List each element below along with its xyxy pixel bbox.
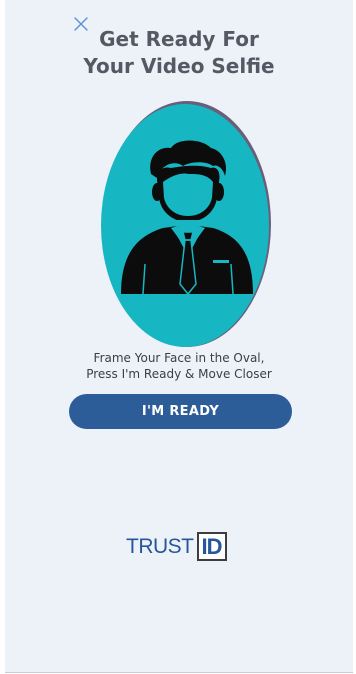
trustid-logo: TRUST ID — [126, 528, 227, 565]
im-ready-button[interactable]: I'M READY — [69, 394, 292, 429]
page-title: Get Ready For Your Video Selfie — [5, 26, 353, 80]
title-line-1: Get Ready For — [99, 27, 259, 51]
title-line-2: Your Video Selfie — [83, 54, 275, 78]
instructions-text: Frame Your Face in the Oval, Press I'm R… — [5, 350, 353, 382]
instructions-line-1: Frame Your Face in the Oval, — [93, 351, 265, 365]
instructions-line-2: Press I'm Ready & Move Closer — [86, 367, 272, 381]
face-oval — [101, 104, 269, 347]
person-avatar-icon — [121, 140, 253, 296]
selfie-prep-screen: Get Ready For Your Video Selfie Frame Yo… — [5, 0, 353, 673]
logo-id-text: ID — [201, 533, 223, 559]
logo-trust-text: TRUST — [126, 534, 194, 558]
logo-id-box: ID — [196, 532, 227, 561]
